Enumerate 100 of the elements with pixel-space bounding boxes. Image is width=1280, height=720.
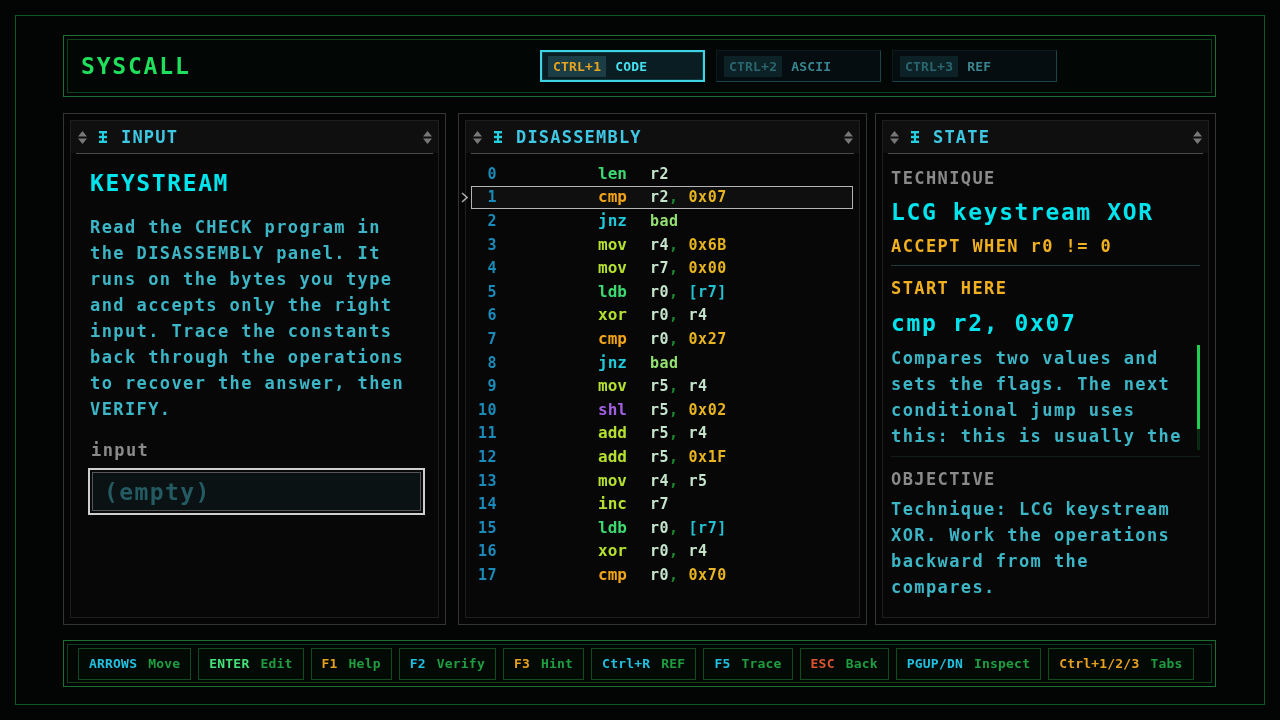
instruction-row[interactable]: 17 cmp r0, 0x70 — [471, 563, 853, 587]
sort-arrows-icon — [78, 130, 87, 144]
line-number: 9 — [486, 377, 497, 396]
register-operand: r4 — [688, 542, 708, 561]
instruction-text: cmp r2, 0x07 — [891, 309, 1077, 337]
mnemonic: jnz — [598, 211, 628, 231]
shortcut-key: F5 — [714, 656, 731, 671]
register-operand: r0 — [650, 518, 670, 537]
mnemonic: xor — [598, 305, 628, 326]
scrollbar[interactable] — [1197, 345, 1200, 450]
shortcut-key: F1 — [321, 656, 338, 671]
register-operand: r4 — [688, 377, 708, 396]
shortcut-key: PGUP/DN — [906, 656, 963, 671]
tab-shortcut: CTRL+1 — [548, 55, 607, 77]
register-operand: r5 — [650, 377, 670, 396]
tab-label: REF — [967, 58, 992, 74]
section-label: START HERE — [891, 278, 1008, 298]
mnemonic: mov — [598, 470, 628, 491]
line-number: 6 — [486, 306, 497, 325]
register-operand: r4 — [650, 471, 670, 490]
shortcut-action: REF — [661, 656, 686, 671]
comma: , — [669, 424, 679, 443]
shortcut-action: Verify — [436, 656, 485, 671]
instruction-row[interactable]: 14 inc r7 — [471, 492, 853, 516]
mnemonic: len — [598, 163, 628, 184]
comma: , — [669, 259, 679, 278]
register-operand: r0 — [650, 542, 670, 561]
instruction-row[interactable]: 6 xor r0, r4 — [471, 303, 853, 328]
puzzle-heading: KEYSTREAM — [90, 169, 230, 197]
shortcut-key: ENTER — [209, 656, 250, 671]
mnemonic: inc — [598, 494, 628, 515]
bars-icon — [99, 131, 107, 143]
shortcut-key: F2 — [409, 656, 426, 671]
comma: , — [669, 565, 679, 584]
line-number: 16 — [476, 542, 497, 561]
register-operand: r0 — [650, 329, 670, 348]
line-number: 8 — [486, 353, 497, 372]
register-operand: r4 — [688, 424, 708, 443]
technique-name: LCG keystream XOR — [891, 198, 1154, 226]
mnemonic: mov — [598, 234, 628, 255]
immediate-operand: 0x00 — [688, 259, 727, 278]
register-operand: r0 — [650, 282, 670, 301]
memory-operand: [r7] — [688, 518, 727, 537]
panel-title: STATE — [933, 127, 991, 147]
shortcut-key: Ctrl+R — [602, 656, 651, 671]
line-number: 5 — [486, 282, 497, 301]
instruction-row[interactable]: 10 shl r5, 0x02 — [471, 397, 853, 422]
comma: , — [669, 235, 679, 254]
line-number: 11 — [476, 424, 497, 443]
shortcut-key: ARROWS — [89, 656, 138, 671]
immediate-operand: 0x27 — [688, 329, 727, 348]
line-number: 0 — [486, 164, 497, 183]
shortcut-action: Help — [348, 656, 381, 671]
line-number: 7 — [486, 329, 497, 348]
register-operand: r0 — [650, 306, 670, 325]
shortcut-key: Ctrl+1/2/3 — [1059, 656, 1140, 671]
comma: , — [669, 471, 679, 490]
comma: , — [669, 329, 679, 348]
instruction-row[interactable]: 5 ldb r0, [r7] — [471, 279, 853, 304]
mnemonic: mov — [598, 376, 628, 397]
register-operand: r0 — [650, 565, 670, 584]
shortcut-action: Trace — [741, 656, 782, 671]
register-operand: r7 — [650, 495, 670, 514]
register-operand: r2 — [650, 188, 670, 207]
field-label: input — [91, 440, 150, 460]
shortcut-action: Inspect — [973, 656, 1031, 671]
instruction-row[interactable]: 3 mov r4, 0x6B — [471, 232, 853, 257]
memory-operand: [r7] — [688, 282, 727, 301]
instruction-row[interactable]: 15 ldb r0, [r7] — [471, 515, 853, 540]
register-operand: r4 — [650, 235, 670, 254]
instruction-row[interactable]: 9 mov r5, r4 — [471, 374, 853, 398]
immediate-operand: 0x1F — [688, 447, 727, 466]
comma: , — [669, 447, 679, 466]
immediate-operand: 0x6B — [688, 235, 727, 254]
line-number: 17 — [476, 565, 497, 584]
sort-arrows-icon — [844, 130, 853, 144]
mnemonic: cmp — [598, 564, 628, 585]
tab[interactable]: CTRL+2 ASCII — [716, 50, 881, 82]
input-field[interactable]: (empty) — [88, 468, 425, 515]
instruction-row[interactable]: 16 xor r0, r4 — [471, 539, 853, 564]
instruction-row[interactable]: 13 mov r4, r5 — [471, 468, 853, 493]
scrollbar-thumb[interactable] — [1197, 345, 1200, 429]
accept-condition: ACCEPT WHEN r0 != 0 — [891, 236, 1113, 256]
comma: , — [669, 542, 679, 561]
instruction-row[interactable]: 12 add r5, 0x1F — [471, 445, 853, 469]
instruction-row[interactable]: 4 mov r7, 0x00 — [471, 256, 853, 280]
instruction-row[interactable]: 2 jnz bad — [471, 209, 853, 233]
register-operand: r7 — [650, 259, 670, 278]
immediate-operand: 0x02 — [688, 400, 727, 419]
instruction-row[interactable]: 7 cmp r0, 0x27 — [471, 327, 853, 351]
mnemonic: ldb — [598, 517, 628, 538]
comma: , — [669, 377, 679, 396]
panel-title: INPUT — [121, 127, 179, 147]
instruction-row[interactable]: 8 jnz bad — [471, 350, 853, 375]
mnemonic: mov — [598, 258, 628, 279]
description-text: Compares two values and sets the flags. The next conditional jump uses this: this is usually the — [891, 347, 1183, 448]
tab[interactable]: CTRL+1 CODE — [540, 50, 705, 82]
tab[interactable]: CTRL+3 REF — [892, 50, 1057, 82]
instruction-row[interactable]: 11 add r5, r4 — [471, 421, 853, 446]
instruction-row[interactable]: 0 len r2 — [471, 162, 853, 186]
